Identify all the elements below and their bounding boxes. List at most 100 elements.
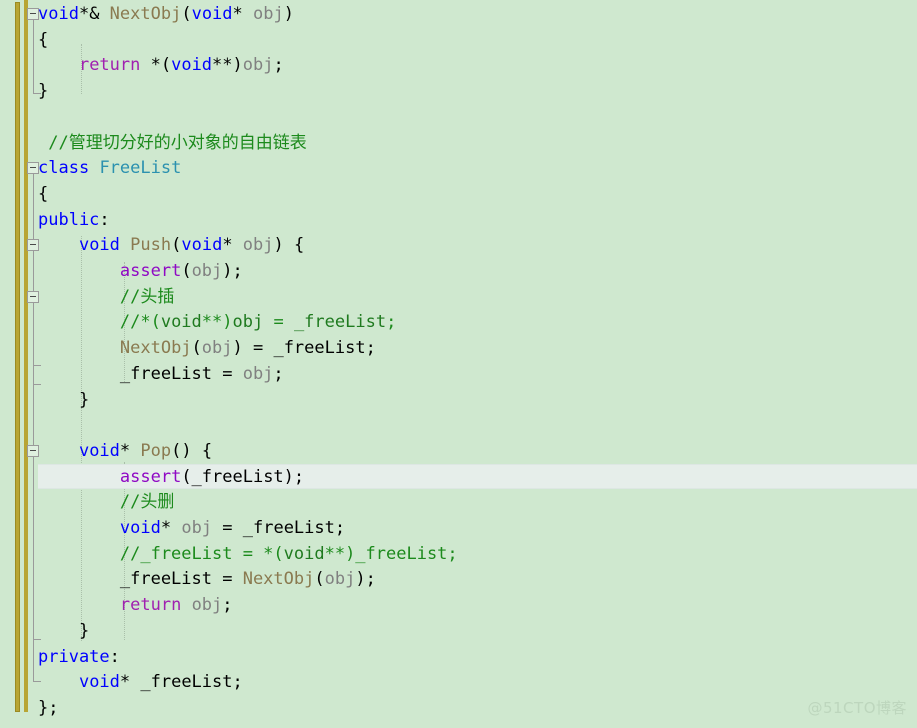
code-token-id: void [283,543,325,564]
code-token-macro: assert [119,466,182,487]
code-token-kw: public [38,209,100,230]
code-token-plain: { [38,29,49,50]
code-token-kw: void [78,235,120,256]
code-token-macro: assert [119,261,182,281]
code-token-kw: private [38,646,110,667]
code-token-var: obj [191,261,223,281]
code-token-var: obj [181,518,213,538]
code-line[interactable]: return obj; [38,593,233,619]
code-token-var: obj [324,569,356,590]
code-token-plain: { [38,183,49,204]
code-line[interactable]: private: [38,645,120,671]
code-token-id: obj [232,312,264,333]
code-line[interactable]: class FreeList [38,156,181,182]
code-token-plain: ( [314,569,325,590]
code-token-comment: //管理切分好的小对象的自由链表 [38,132,307,153]
code-line[interactable]: assert(obj); [38,259,243,285]
code-line[interactable]: _freeList = NextObj(obj); [38,567,376,593]
code-token-kw: void [119,518,161,538]
code-line[interactable]: void* obj = _freeList; [38,516,345,542]
code-token-plain: } [38,389,90,410]
code-token-plain: _freeList = [38,363,243,384]
code-token-comment: **)_freeList; [324,543,458,564]
code-line[interactable]: } [38,619,89,645]
code-line[interactable]: { [38,182,48,208]
code-token-fn: NextObj [119,338,192,359]
code-token-comment: //_freeList = *( [38,543,284,564]
code-token-id: void [160,312,202,333]
code-token-plain: *& [78,4,110,24]
code-token-fn: Push [130,235,172,256]
code-token-plain: * [119,440,141,461]
code-token-plain: * [232,4,254,24]
code-line[interactable]: //头删 [38,490,174,516]
code-token-ctrl: return [119,595,182,616]
code-line[interactable]: void Push(void* obj) { [38,233,304,259]
code-line[interactable]: void*& NextObj(void* obj) [38,2,294,28]
code-line[interactable]: void* Pop() { [38,439,212,465]
code-token-plain: ; [273,55,284,76]
code-token-kw: void [38,4,79,24]
code-token-kw: class [38,158,90,179]
code-token-type: FreeList [99,158,182,179]
code-line[interactable]: NextObj(obj) = _freeList; [38,336,376,362]
code-token-plain: ) [283,4,294,24]
code-token-plain: } [38,81,49,102]
code-line[interactable]: void* _freeList; [38,670,243,696]
code-token-plain: **) [212,55,243,76]
code-line[interactable]: public: [38,208,110,234]
code-token-plain: () { [171,440,213,461]
code-token-kw: void [171,55,213,76]
code-token-var: obj [253,4,284,24]
code-token-comment: **) [201,312,233,333]
code-line[interactable]: //_freeList = *(void**)_freeList; [38,542,458,568]
code-line[interactable] [38,413,48,439]
code-token-plain: * _freeList; [119,672,243,693]
code-token-comment: = [263,312,294,333]
code-token-var: obj [242,363,274,384]
code-token-plain: ) { [273,235,305,256]
code-token-ctrl: return [78,55,141,76]
code-token-plain: ( [181,4,192,24]
code-token-plain: * [160,518,182,538]
code-line[interactable]: } [38,79,48,105]
code-token-plain: ; [273,363,284,384]
cjk-run: 头插 [140,286,175,307]
code-token-plain: ( [191,338,202,359]
code-token-var: obj [242,55,274,76]
code-editor-viewport[interactable]: void*& NextObj(void* obj){ return *(void… [0,0,917,728]
code-line[interactable]: }; [38,696,58,722]
code-token-comment: //*( [38,312,161,333]
code-token-fn: NextObj [242,569,315,590]
code-token-var: obj [191,595,223,616]
code-token-kw: void [78,440,120,461]
code-line[interactable]: } [38,388,89,414]
code-line[interactable]: { [38,28,48,54]
code-token-plain: } [38,620,90,641]
code-line[interactable]: assert(_freeList); [38,465,304,491]
code-token-plain: ); [355,569,376,590]
code-line[interactable]: return *(void**)obj; [38,53,284,79]
code-line[interactable]: //管理切分好的小对象的自由链表 [38,131,307,157]
code-token-plain: (_freeList); [181,466,305,487]
code-token-plain: *( [140,55,172,76]
code-token-plain: ) = _freeList; [232,338,376,359]
code-token-comment: //头插 [38,286,175,307]
code-token-plain: ); [222,261,243,281]
code-line[interactable] [38,105,48,131]
code-token-plain: * [222,235,243,256]
code-line[interactable]: //头插 [38,285,174,311]
code-line[interactable]: //*(void**)obj = _freeList; [38,310,396,336]
code-token-comment: //头删 [38,492,175,513]
code-text-layer[interactable]: void*& NextObj(void* obj){ return *(void… [0,0,917,728]
code-line[interactable]: _freeList = obj; [38,362,284,388]
code-token-plain: = _freeList; [212,518,346,538]
